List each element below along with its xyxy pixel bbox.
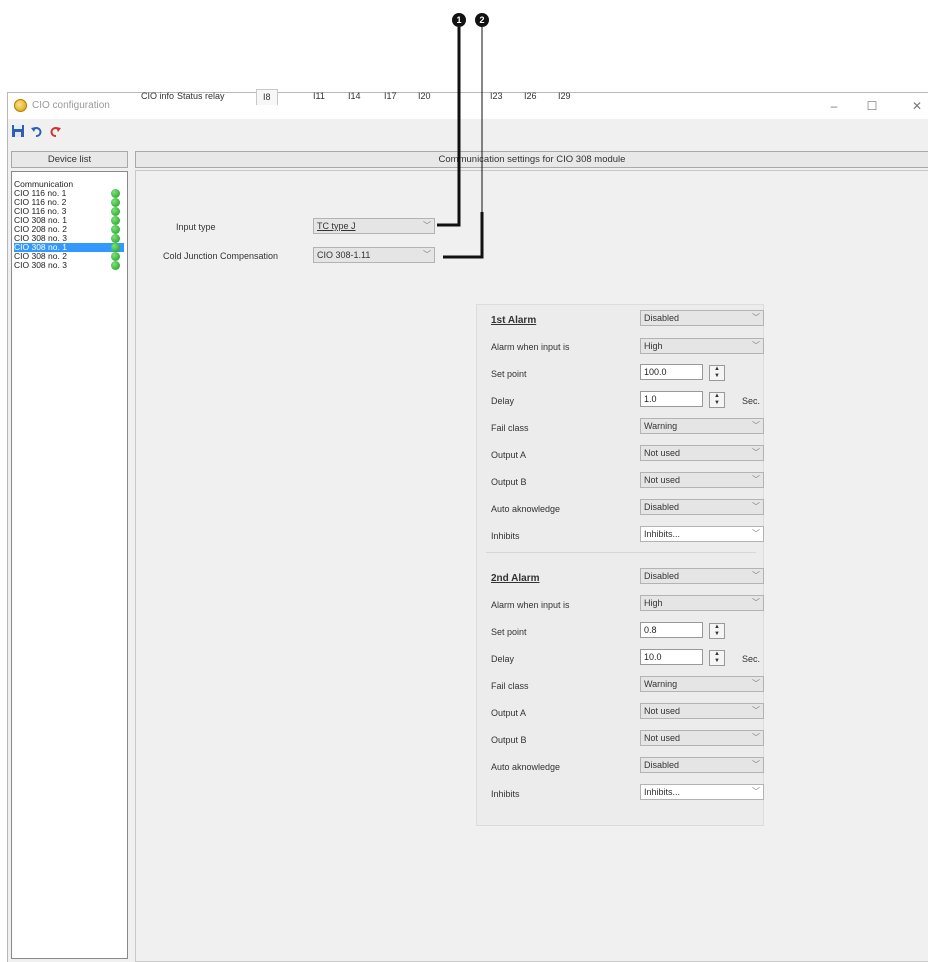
alarm-2-output-a-select[interactable]: Not used ﹀ — [640, 703, 764, 719]
status-ok-icon — [111, 225, 120, 234]
toolbar — [8, 119, 928, 143]
alarm-1-title: 1st Alarm — [491, 315, 537, 326]
spin-arrows-icon[interactable]: ▲ ▼ — [709, 623, 725, 639]
alarm-2-failclass-select[interactable]: Warning ﹀ — [640, 676, 764, 692]
status-ok-icon — [111, 207, 120, 216]
alarm-1-setpoint-input[interactable]: 100.0 ▲ ▼ — [640, 364, 725, 381]
alarm-2-setpoint-label: Set point — [491, 627, 527, 637]
tab-i20[interactable]: I20 — [418, 89, 431, 104]
chevron-down-icon: ﹀ — [423, 221, 431, 230]
device-list: Communication CIO 116 no. 1 CIO 116 no. … — [11, 171, 128, 959]
alarm-1-inhibits-select[interactable]: Inhibits... ﹀ — [640, 526, 764, 542]
spin-arrows-icon[interactable]: ▲ ▼ — [709, 365, 725, 381]
alarm-2-inhibits-select[interactable]: Inhibits... ﹀ — [640, 784, 764, 800]
alarm-2-delay-unit: Sec. — [742, 654, 761, 664]
alarm-1-delay-label: Delay — [491, 396, 515, 406]
device-item[interactable]: CIO 308 no. 3 — [14, 261, 124, 270]
chevron-down-icon: ﹀ — [752, 448, 760, 457]
status-ok-icon — [111, 198, 120, 207]
status-ok-icon — [111, 189, 120, 198]
tab-i8[interactable]: I8 — [256, 89, 278, 105]
spin-arrows-icon[interactable]: ▲ ▼ — [709, 392, 725, 408]
redo-icon[interactable] — [48, 124, 62, 138]
alarm-1-setpoint-label: Set point — [491, 369, 527, 379]
alarm-2-output-b-select[interactable]: Not used ﹀ — [640, 730, 764, 746]
alarm-1-autoack-label: Auto aknowledge — [491, 504, 561, 514]
settings-header: Communication settings for CIO 308 modul… — [135, 151, 928, 168]
alarm-2-when-select[interactable]: High ﹀ — [640, 595, 764, 611]
alarm-2-failclass-label: Fail class — [491, 681, 529, 691]
chevron-down-icon: ﹀ — [752, 598, 760, 607]
alarm-2-delay-input[interactable]: 10.0 ▲ ▼ — [640, 649, 725, 666]
chevron-down-icon: ﹀ — [752, 760, 760, 769]
alarm-1-output-a-select[interactable]: Not used ﹀ — [640, 445, 764, 461]
status-ok-icon — [111, 243, 120, 252]
maximize-button[interactable]: ☐ — [858, 97, 886, 115]
chevron-down-icon: ﹀ — [752, 529, 760, 538]
alarm-2-autoack-label: Auto aknowledge — [491, 762, 561, 772]
app-icon — [14, 99, 27, 112]
chevron-down-icon: ﹀ — [752, 313, 760, 322]
window-title: CIO configuration — [32, 100, 110, 111]
tab-i11[interactable]: I11 — [313, 89, 325, 104]
app-window: CIO configuration – ☐ ✕ Device list Comm… — [7, 92, 928, 962]
alarm-2-title: 2nd Alarm — [491, 573, 540, 584]
alarm-2-state-select[interactable]: Disabled ﹀ — [640, 568, 764, 584]
chevron-down-icon: ﹀ — [752, 733, 760, 742]
alarm-1-state-select[interactable]: Disabled ﹀ — [640, 310, 764, 326]
chevron-down-icon: ﹀ — [752, 679, 760, 688]
undo-icon[interactable] — [30, 124, 44, 138]
alarm-2-inhibits-label: Inhibits — [491, 789, 520, 799]
status-ok-icon — [111, 261, 120, 270]
tab-cio-info[interactable]: CIO info — [141, 89, 174, 104]
input-type-select[interactable]: TC type J ﹀ — [313, 218, 435, 234]
chevron-down-icon: ﹀ — [752, 475, 760, 484]
tab-i17[interactable]: I17 — [384, 89, 397, 104]
tab-status-relay[interactable]: Status relay — [177, 89, 225, 104]
divider — [486, 552, 756, 553]
alarm-1-failclass-label: Fail class — [491, 423, 529, 433]
status-ok-icon — [111, 252, 120, 261]
status-ok-icon — [111, 216, 120, 225]
alarm-2-delay-label: Delay — [491, 654, 515, 664]
callout-1: 1 — [452, 13, 466, 27]
alarm-1-autoack-select[interactable]: Disabled ﹀ — [640, 499, 764, 515]
cjc-select[interactable]: CIO 308-1.11 ﹀ — [313, 247, 435, 263]
chevron-down-icon: ﹀ — [752, 787, 760, 796]
alarm-1-output-a-label: Output A — [491, 450, 527, 460]
alarm-2-autoack-select[interactable]: Disabled ﹀ — [640, 757, 764, 773]
device-list-header: Device list — [11, 151, 128, 168]
alarm-1-inhibits-label: Inhibits — [491, 531, 520, 541]
alarm-1-delay-input[interactable]: 1.0 ▲ ▼ — [640, 391, 725, 408]
close-button[interactable]: ✕ — [903, 97, 928, 115]
alarm-1-when-label: Alarm when input is — [491, 342, 570, 352]
chevron-down-icon: ﹀ — [752, 706, 760, 715]
tab-i23[interactable]: I23 — [490, 89, 503, 104]
tab-i14[interactable]: I14 — [348, 89, 361, 104]
chevron-down-icon: ﹀ — [423, 250, 431, 259]
alarm-1-failclass-select[interactable]: Warning ﹀ — [640, 418, 764, 434]
tab-i26[interactable]: I26 — [524, 89, 537, 104]
callout-2: 2 — [475, 13, 489, 27]
alarm-1-output-b-select[interactable]: Not used ﹀ — [640, 472, 764, 488]
cjc-label: Cold Junction Compensation — [163, 251, 279, 261]
chevron-down-icon: ﹀ — [752, 421, 760, 430]
spin-arrows-icon[interactable]: ▲ ▼ — [709, 650, 725, 666]
alarm-1-delay-unit: Sec. — [742, 396, 761, 406]
status-ok-icon — [111, 234, 120, 243]
alarm-settings-box — [476, 304, 764, 826]
chevron-down-icon: ﹀ — [752, 502, 760, 511]
alarm-1-when-select[interactable]: High ﹀ — [640, 338, 764, 354]
tab-i29[interactable]: I29 — [558, 89, 571, 104]
input-type-label: Input type — [176, 222, 216, 232]
alarm-2-when-label: Alarm when input is — [491, 600, 570, 610]
minimize-button[interactable]: – — [820, 97, 848, 115]
alarm-2-output-a-label: Output A — [491, 708, 527, 718]
chevron-down-icon: ﹀ — [752, 571, 760, 580]
chevron-down-icon: ﹀ — [752, 341, 760, 350]
save-icon[interactable] — [11, 124, 25, 138]
alarm-2-output-b-label: Output B — [491, 735, 527, 745]
alarm-1-output-b-label: Output B — [491, 477, 527, 487]
alarm-2-setpoint-input[interactable]: 0.8 ▲ ▼ — [640, 622, 725, 639]
